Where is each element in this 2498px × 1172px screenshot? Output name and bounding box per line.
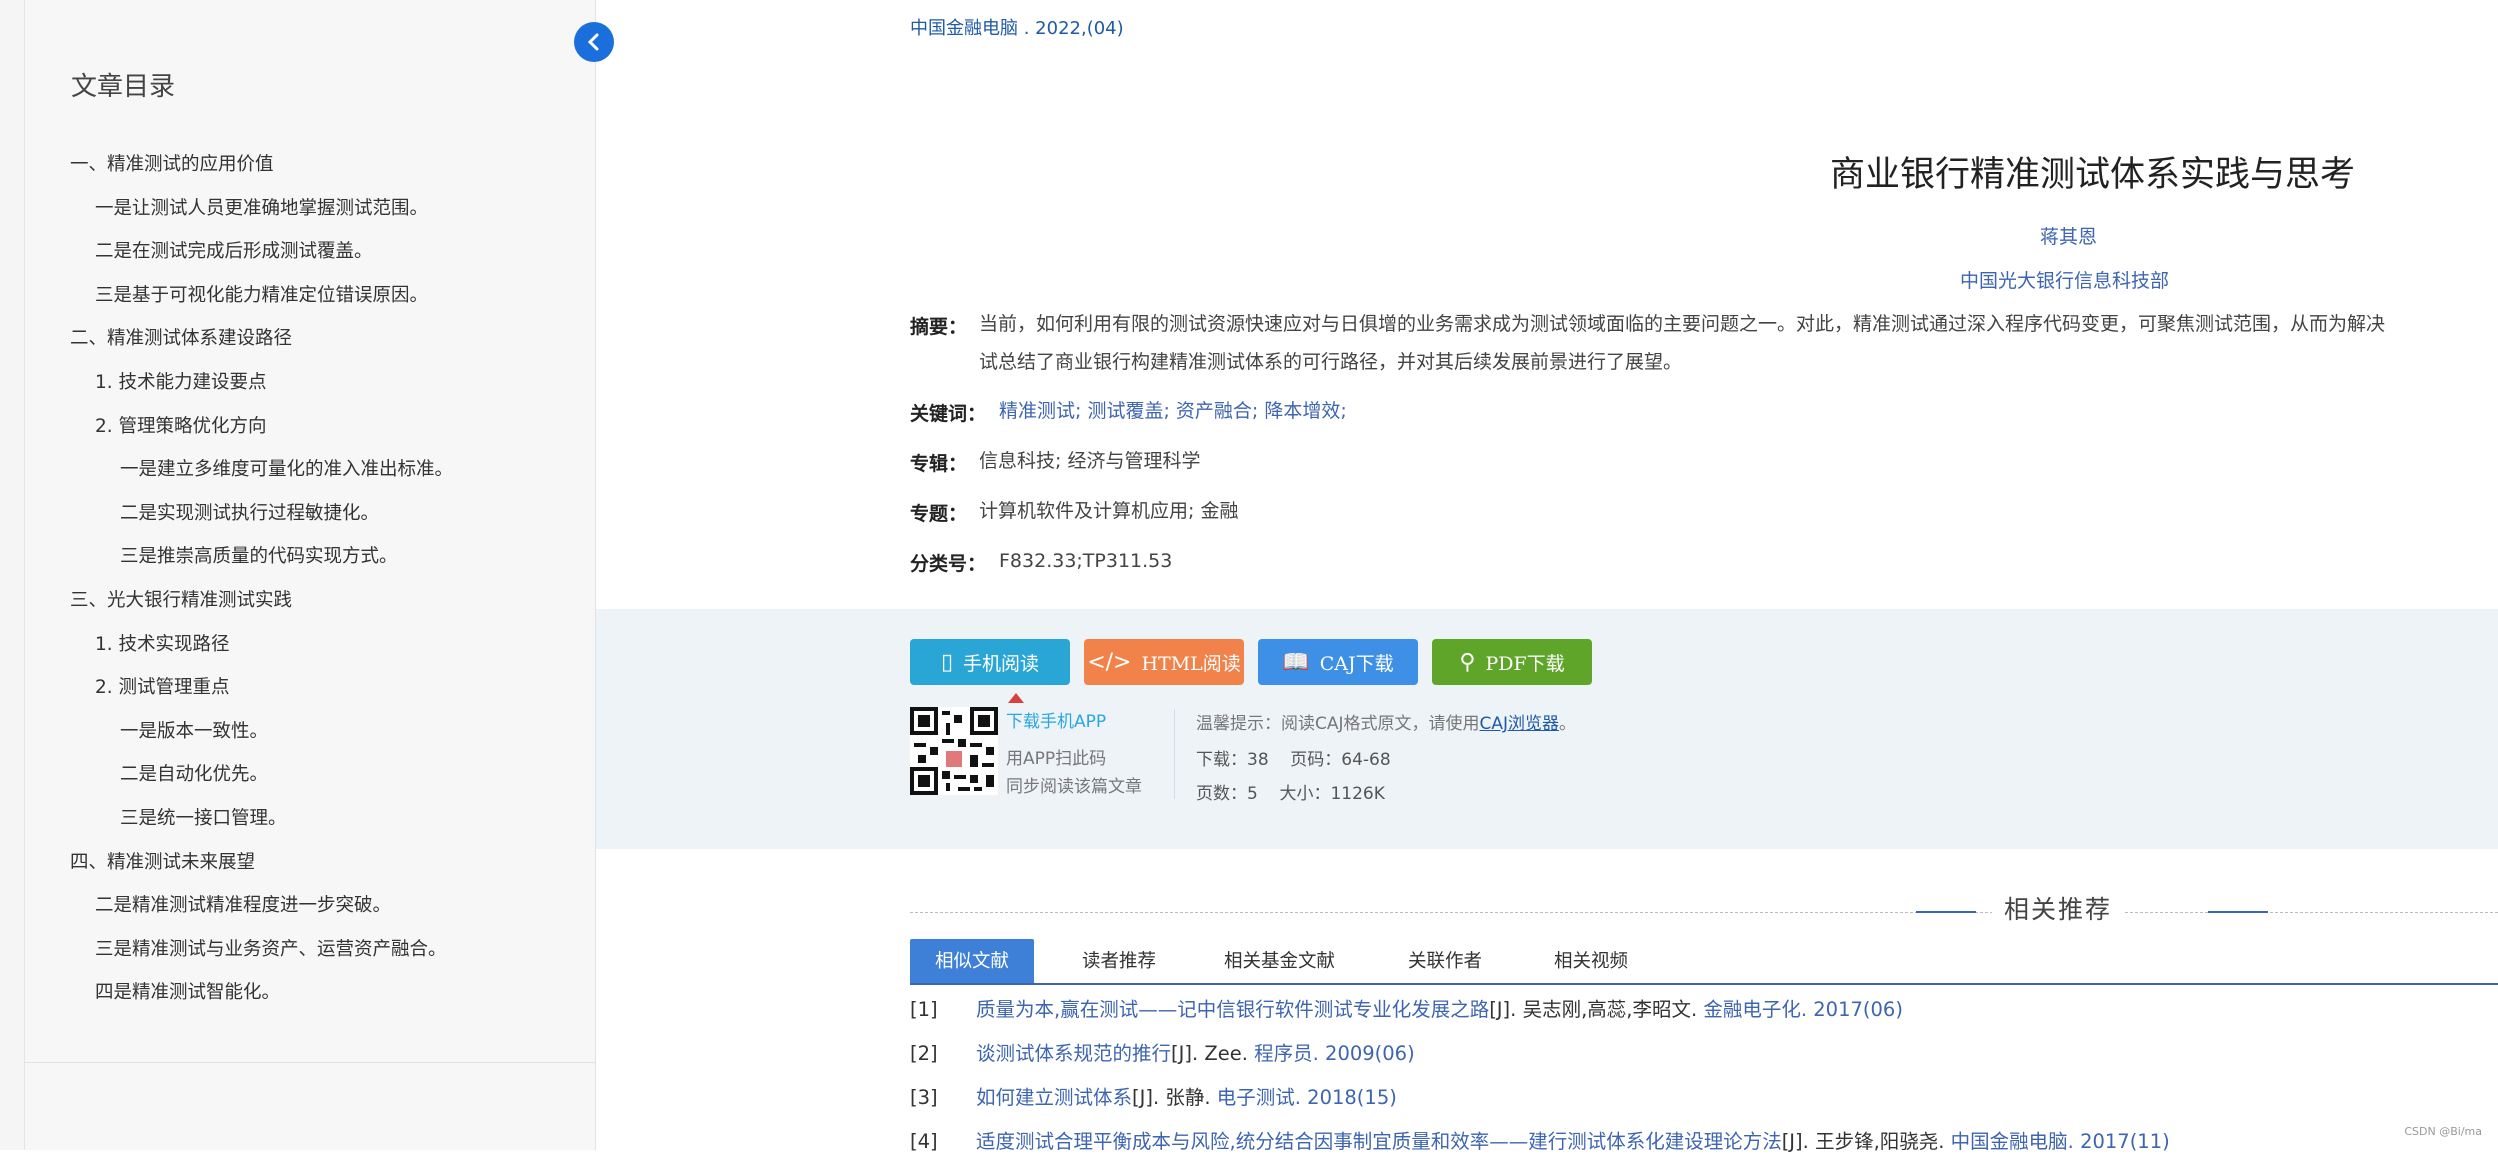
download-tools-section: ▯ 手机阅读 </> HTML阅读 📖 CAJ下载 ⚲ PDF下载 下载手机AP… — [596, 609, 2498, 849]
caj-viewer-link[interactable]: CAJ浏览器 — [1480, 714, 1560, 734]
recommend-title: 相关推荐 — [1992, 890, 2125, 926]
reference-item: [3] 如何建立测试体系[J]. 张静. 电子测试. 2018(15) — [910, 1084, 2170, 1128]
album-label: 专辑： — [910, 453, 968, 475]
file-stats: 页数：5 大小：1126K — [1196, 779, 1385, 804]
reference-number: [2] — [910, 1042, 938, 1065]
left-gutter — [0, 0, 25, 1150]
reference-item: [4] 适度测试合理平衡成本与风险,统分结合因事制宜质量和效率——建行测试体系化建… — [910, 1128, 2170, 1172]
reference-journal-link[interactable]: 金融电子化. 2017(06) — [1703, 998, 1903, 1021]
classification-label: 分类号： — [910, 553, 987, 575]
toc-item[interactable]: 四、精准测试未来展望 — [70, 846, 453, 890]
toc-item[interactable]: 一是让测试人员更准确地掌握测试范围。 — [70, 192, 453, 236]
table-of-contents-panel: 文章目录 一、精准测试的应用价值 一是让测试人员更准确地掌握测试范围。 二是在测试完… — [25, 0, 596, 1063]
html-read-label: HTML阅读 — [1141, 652, 1241, 675]
reference-item: [2] 谈测试体系规范的推行[J]. Zee. 程序员. 2009(06) — [910, 1040, 2170, 1084]
toc-item[interactable]: 二是精准测试精准程度进一步突破。 — [70, 889, 453, 933]
abstract-line-2: 试总结了商业银行构建精准测试体系的可行路径，并对其后续发展前景进行了展望。 — [979, 351, 1683, 373]
reference-title-link[interactable]: 谈测试体系规范的推行 — [976, 1042, 1171, 1065]
mobile-read-button[interactable]: ▯ 手机阅读 — [910, 639, 1070, 685]
toc-item[interactable]: 一是版本一致性。 — [70, 715, 453, 759]
article-main: 中国金融电脑 . 2022,(04) 商业银行精准测试体系实践与思考 蒋其恩 中… — [596, 0, 2498, 1153]
toc-panel-footer — [25, 1063, 596, 1150]
watermark: CSDN @Bi/ma — [2404, 1125, 2482, 1138]
book-icon: 📖 — [1282, 649, 1310, 675]
caj-hint: 温馨提示：阅读CAJ格式原文，请使用CAJ浏览器。 — [1196, 709, 1576, 734]
article-organization[interactable]: 中国光大银行信息科技部 — [1960, 266, 2169, 293]
classification-value: F832.33;TP311.53 — [999, 550, 1173, 572]
caj-hint-suffix: 。 — [1559, 714, 1577, 734]
keywords-label: 关键词： — [910, 403, 987, 425]
file-size: 大小：1126K — [1279, 784, 1385, 804]
tab-fund-literature[interactable]: 相关基金文献 — [1224, 939, 1335, 983]
toc-item[interactable]: 四是精准测试智能化。 — [70, 976, 453, 1020]
toc-item[interactable]: 三是基于可视化能力精准定位错误原因。 — [70, 279, 453, 323]
phone-icon: ▯ — [940, 649, 954, 675]
download-count: 下载：38 — [1196, 750, 1269, 770]
toc-item[interactable]: 二是在测试完成后形成测试覆盖。 — [70, 235, 453, 279]
toc-item[interactable]: 2. 管理策略优化方向 — [70, 410, 453, 454]
reference-number: [1] — [910, 998, 938, 1021]
html-read-button[interactable]: </> HTML阅读 — [1084, 639, 1244, 685]
reference-title-link[interactable]: 如何建立测试体系 — [976, 1086, 1132, 1109]
qr-code-icon — [910, 707, 998, 795]
toc-item[interactable]: 三是推崇高质量的代码实现方式。 — [70, 540, 453, 584]
toc-item[interactable]: 二是实现测试执行过程敏捷化。 — [70, 497, 453, 541]
page-range: 页码：64-68 — [1290, 750, 1391, 770]
divider — [1174, 709, 1175, 799]
reference-number: [4] — [910, 1130, 938, 1153]
pdf-download-button[interactable]: ⚲ PDF下载 — [1432, 639, 1592, 685]
article-author[interactable]: 蒋其恩 — [2040, 222, 2097, 249]
app-scan-tip-line-2: 同步阅读该篇文章 — [1006, 777, 1142, 797]
toc-item[interactable]: 一、精准测试的应用价值 — [70, 148, 453, 192]
keywords[interactable]: 精准测试; 测试覆盖; 资产融合; 降本增效; — [999, 393, 1347, 430]
pdf-icon: ⚲ — [1459, 649, 1476, 675]
reference-authors: [J]. Zee. — [1171, 1042, 1248, 1065]
download-stats: 下载：38 页码：64-68 — [1196, 745, 1391, 770]
caj-download-button[interactable]: 📖 CAJ下载 — [1258, 639, 1418, 685]
reference-item: [1] 质量为本,赢在测试——记中信银行软件测试专业化发展之路[J]. 吴志刚,高… — [910, 996, 2170, 1040]
code-icon: </> — [1087, 649, 1132, 675]
recommend-decoration-left — [1916, 911, 1976, 913]
reference-authors: [J]. 吴志刚,高蕊,李昭文. — [1489, 998, 1698, 1021]
toc-item[interactable]: 三是精准测试与业务资产、运营资产融合。 — [70, 933, 453, 977]
app-scan-tip: 用APP扫此码 同步阅读该篇文章 — [1006, 745, 1142, 801]
toc-item[interactable]: 一是建立多维度可量化的准入准出标准。 — [70, 453, 453, 497]
topic-value: 计算机软件及计算机应用; 金融 — [979, 500, 1239, 522]
topic-label: 专题： — [910, 503, 968, 525]
toc-title: 文章目录 — [71, 72, 176, 102]
abstract-label: 摘要： — [910, 316, 968, 338]
mobile-read-label: 手机阅读 — [963, 652, 1040, 675]
reference-journal-link[interactable]: 电子测试. 2018(15) — [1217, 1086, 1397, 1109]
toc-item[interactable]: 三是统一接口管理。 — [70, 802, 453, 846]
tab-related-videos[interactable]: 相关视频 — [1554, 939, 1628, 983]
reference-journal-link[interactable]: 程序员. 2009(06) — [1254, 1042, 1415, 1065]
toc-item[interactable]: 1. 技术实现路径 — [70, 628, 453, 672]
pdf-download-label: PDF下载 — [1485, 652, 1565, 675]
recommend-decoration-right — [2208, 911, 2268, 913]
caj-hint-prefix: 温馨提示：阅读CAJ格式原文，请使用 — [1196, 714, 1480, 734]
toc-item[interactable]: 2. 测试管理重点 — [70, 671, 453, 715]
tab-reader-recommend[interactable]: 读者推荐 — [1082, 939, 1156, 983]
article-source[interactable]: 中国金融电脑 . 2022,(04) — [910, 14, 1124, 40]
toc-item[interactable]: 三、光大银行精准测试实践 — [70, 584, 453, 628]
toc-item[interactable]: 1. 技术能力建设要点 — [70, 366, 453, 410]
tab-similar-literature[interactable]: 相似文献 — [910, 939, 1034, 983]
reference-list: [1] 质量为本,赢在测试——记中信银行软件测试专业化发展之路[J]. 吴志刚,高… — [910, 996, 2170, 1172]
download-app-link[interactable]: 下载手机APP — [1006, 707, 1106, 732]
reference-number: [3] — [910, 1086, 938, 1109]
toc-list: 一、精准测试的应用价值 一是让测试人员更准确地掌握测试范围。 二是在测试完成后形成测… — [70, 148, 453, 1020]
page-count: 页数：5 — [1196, 784, 1258, 804]
toc-item[interactable]: 二是自动化优先。 — [70, 758, 453, 802]
caj-download-label: CAJ下载 — [1319, 652, 1394, 675]
album-value: 信息科技; 经济与管理科学 — [979, 450, 1201, 472]
article-title: 商业银行精准测试体系实践与思考 — [1830, 155, 2356, 195]
reference-authors: [J]. 张静. — [1132, 1086, 1211, 1109]
recommend-tabs: 相似文献 读者推荐 相关基金文献 关联作者 相关视频 — [910, 939, 2498, 985]
tip-arrow-icon — [1008, 693, 1024, 703]
toc-item[interactable]: 二、精准测试体系建设路径 — [70, 322, 453, 366]
reference-title-link[interactable]: 质量为本,赢在测试——记中信银行软件测试专业化发展之路 — [976, 998, 1489, 1021]
abstract-line-1: 当前，如何利用有限的测试资源快速应对与日俱增的业务需求成为测试领域面临的主要问题… — [979, 313, 2386, 335]
app-scan-tip-line-1: 用APP扫此码 — [1006, 749, 1107, 769]
tab-related-authors[interactable]: 关联作者 — [1408, 939, 1482, 983]
